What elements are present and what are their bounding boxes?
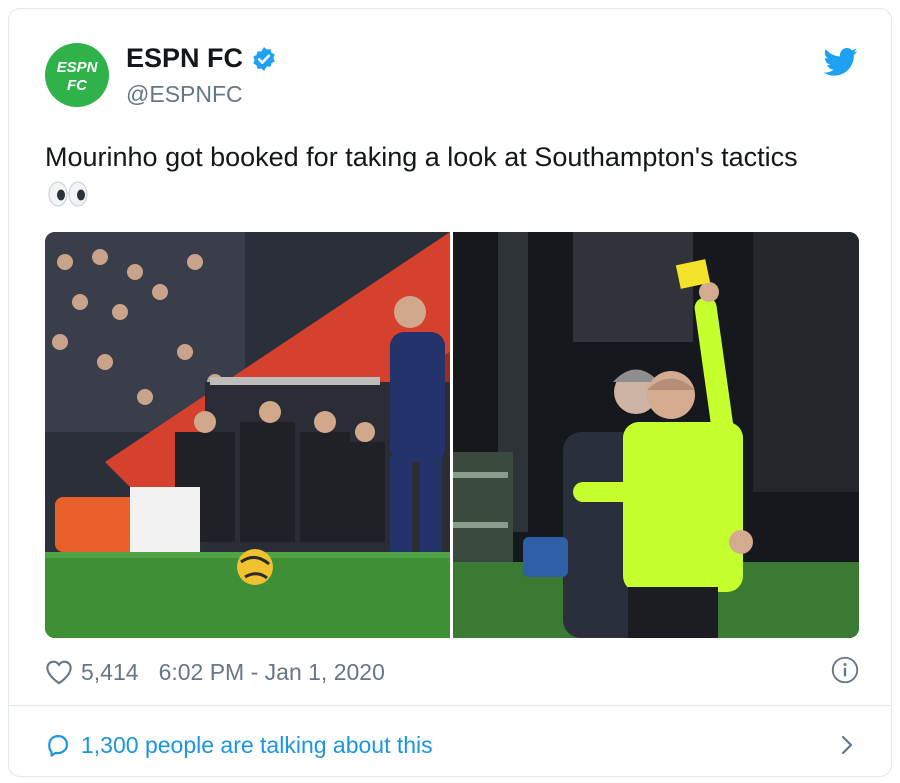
like-count[interactable]: 5,414 xyxy=(81,659,139,686)
divider xyxy=(9,705,891,706)
tweet-meta: 5,414 6:02 PM - Jan 1, 2020 xyxy=(45,656,859,688)
info-icon[interactable] xyxy=(831,656,859,684)
account-handle[interactable]: @ESPNFC xyxy=(126,81,243,108)
account-name-row[interactable]: ESPN FC xyxy=(126,43,277,74)
account-name[interactable]: ESPN FC xyxy=(126,43,243,74)
logo-top-text: ESPN xyxy=(57,59,99,76)
referee-yellow-card-photo[interactable] xyxy=(453,232,859,638)
twitter-bird-icon[interactable] xyxy=(824,47,858,77)
heart-icon[interactable] xyxy=(45,659,73,685)
conversation-link[interactable]: 1,300 people are talking about this xyxy=(45,729,859,761)
sideline-illustration xyxy=(45,232,450,638)
referee-illustration xyxy=(453,232,859,638)
chevron-right-icon[interactable] xyxy=(839,733,855,757)
match-sideline-photo[interactable] xyxy=(45,232,450,638)
reply-bubble-icon xyxy=(48,735,69,757)
tweet-timestamp[interactable]: 6:02 PM - Jan 1, 2020 xyxy=(159,659,385,686)
tweet-card[interactable]: ESPN FC ESPN FC @ESPNFC Mourinho got boo… xyxy=(8,8,892,777)
avatar[interactable]: ESPN FC xyxy=(45,43,109,107)
espn-fc-logo: ESPN FC xyxy=(57,59,99,94)
conversation-count-text[interactable]: 1,300 people are talking about this xyxy=(81,732,433,759)
logo-bottom-text: FC xyxy=(67,77,88,94)
verified-badge-icon xyxy=(253,46,275,71)
eyes-emoji-icon xyxy=(48,181,88,207)
tweet-text: Mourinho got booked for taking a look at… xyxy=(45,142,798,172)
tweet-media[interactable] xyxy=(45,232,859,638)
